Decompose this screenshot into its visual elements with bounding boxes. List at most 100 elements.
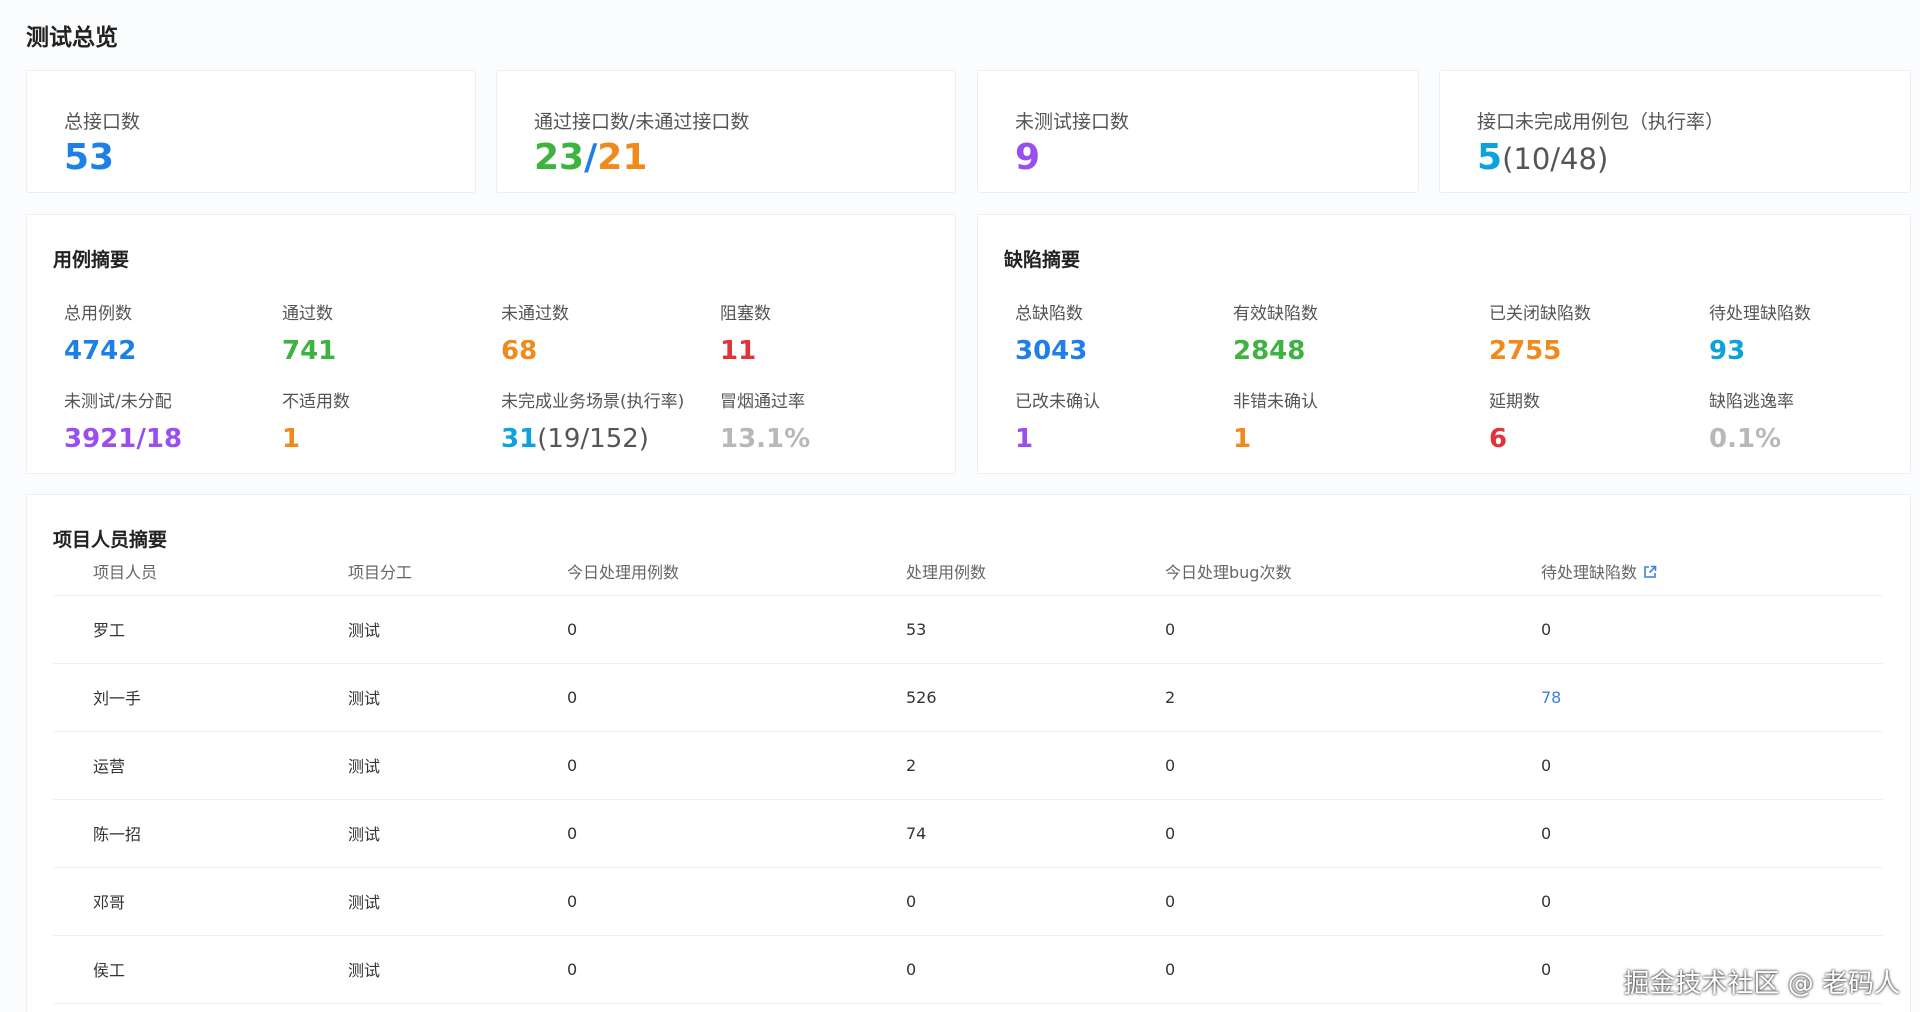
column-header-handled-cases: 处理用例数 [866, 547, 1125, 596]
not-applicable-metric: 不适用数 1 [282, 387, 350, 454]
closed-defects-metric: 已关闭缺陷数 2755 [1489, 299, 1591, 366]
handled-cases-cell: 0 [866, 935, 1125, 1004]
failed-cases-label: 未通过数 [501, 304, 569, 324]
today-bugs-cell: 2 [1125, 663, 1501, 732]
postponed-defects-metric: 延期数 6 [1489, 387, 1540, 454]
pass-fail-separator: / [584, 137, 598, 178]
table-row: 罗工 测试 0 53 0 0 [53, 595, 1883, 664]
member-role: 测试 [308, 799, 527, 868]
valid-defects-label: 有效缺陷数 [1233, 304, 1318, 324]
incomplete-scenarios-ratio: (19/152) [537, 424, 649, 454]
fixed-unconfirmed-label: 已改未确认 [1015, 392, 1100, 412]
blocked-cases-metric: 阻塞数 11 [720, 299, 771, 366]
incomplete-scenarios-metric: 未完成业务场景(执行率) 31(19/152) [501, 387, 684, 454]
smoke-pass-rate-metric: 冒烟通过率 13.1% [720, 387, 810, 454]
pass-fail-interfaces-value: 23/21 [534, 137, 647, 178]
page-title: 测试总览 [26, 25, 118, 51]
untested-interfaces-label: 未测试接口数 [1015, 111, 1130, 133]
today-bugs-cell: 0 [1125, 731, 1501, 800]
total-defects-metric: 总缺陷数 3043 [1015, 299, 1087, 366]
table-row: 陈一招 测试 0 74 0 0 [53, 799, 1883, 868]
member-name: 刘一手 [53, 663, 308, 732]
untested-interfaces-card: 未测试接口数 9 [977, 70, 1419, 193]
total-cases-metric: 总用例数 4742 [64, 299, 136, 366]
untested-cases-label: 未测试/未分配 [64, 392, 172, 412]
table-row: 运营 测试 0 2 0 0 [53, 731, 1883, 800]
today-cases-cell: 0 [527, 663, 866, 732]
not-applicable-value: 1 [282, 424, 301, 454]
incomplete-packages-ratio: (10/48) [1502, 142, 1609, 176]
member-role: 测试 [308, 935, 527, 1004]
postponed-defects-value: 6 [1489, 424, 1508, 454]
not-bug-unconfirmed-value: 1 [1233, 424, 1252, 454]
today-cases-cell: 0 [527, 799, 866, 868]
incomplete-packages-card: 接口未完成用例包（执行率） 5(10/48) [1439, 70, 1911, 193]
external-link-icon[interactable] [1643, 565, 1657, 579]
valid-defects-metric: 有效缺陷数 2848 [1233, 299, 1318, 366]
watermark: 掘金技术社区 @ 老码人 [1623, 969, 1900, 999]
total-cases-value: 4742 [64, 336, 137, 366]
total-interfaces-label: 总接口数 [64, 111, 141, 133]
member-role: 测试 [308, 663, 527, 732]
pending-defects-cell: 0 [1501, 867, 1883, 936]
incomplete-scenarios-count: 31 [501, 424, 538, 454]
incomplete-scenarios-value: 31(19/152) [501, 424, 684, 454]
member-name: 运营 [53, 731, 308, 800]
member-name: 陈一招 [53, 799, 308, 868]
handled-cases-cell: 526 [866, 663, 1125, 732]
case-summary-title: 用例摘要 [53, 249, 130, 271]
not-bug-unconfirmed-label: 非错未确认 [1233, 392, 1318, 412]
pending-defects-cell: 78 [1501, 663, 1883, 732]
column-header-member: 项目人员 [53, 547, 308, 596]
people-summary-card: 项目人员摘要 项目人员 项目分工 今日处理用例数 处理用例数 今日处理bug次数… [26, 494, 1911, 1012]
incomplete-packages-label: 接口未完成用例包（执行率） [1477, 111, 1725, 133]
valid-defects-value: 2848 [1233, 336, 1306, 366]
closed-defects-label: 已关闭缺陷数 [1489, 304, 1591, 324]
total-interfaces-card: 总接口数 53 [26, 70, 476, 193]
column-header-pending-defects-label: 待处理缺陷数 [1541, 562, 1638, 582]
total-defects-label: 总缺陷数 [1015, 304, 1083, 324]
total-defects-value: 3043 [1015, 336, 1088, 366]
smoke-pass-rate-label: 冒烟通过率 [720, 392, 805, 412]
people-table: 项目人员 项目分工 今日处理用例数 处理用例数 今日处理bug次数 待处理缺陷数… [53, 547, 1883, 1004]
fixed-unconfirmed-value: 1 [1015, 424, 1034, 454]
defect-summary-title: 缺陷摘要 [1004, 249, 1081, 271]
not-bug-unconfirmed-metric: 非错未确认 1 [1233, 387, 1318, 454]
incomplete-scenarios-label: 未完成业务场景(执行率) [501, 392, 685, 412]
table-row: 侯工 测试 0 0 0 0 [53, 935, 1883, 1004]
table-row: 邓哥 测试 0 0 0 0 [53, 867, 1883, 936]
untested-cases-metric: 未测试/未分配 3921/18 [64, 387, 182, 454]
people-table-header-row: 项目人员 项目分工 今日处理用例数 处理用例数 今日处理bug次数 待处理缺陷数 [53, 547, 1883, 596]
pass-fail-interfaces-card: 通过接口数/未通过接口数 23/21 [496, 70, 956, 193]
member-role: 测试 [308, 731, 527, 800]
pending-defects-cell: 0 [1501, 799, 1883, 868]
member-name: 侯工 [53, 935, 308, 1004]
handled-cases-cell: 2 [866, 731, 1125, 800]
handled-cases-cell: 0 [866, 867, 1125, 936]
handled-cases-cell: 74 [866, 799, 1125, 868]
defect-summary-card: 缺陷摘要 总缺陷数 3043 有效缺陷数 2848 已关闭缺陷数 2755 待处… [977, 214, 1911, 474]
passed-cases-label: 通过数 [282, 304, 333, 324]
failed-interfaces-value: 21 [597, 137, 648, 178]
pending-defects-cell: 0 [1501, 595, 1883, 664]
incomplete-packages-value: 5(10/48) [1477, 137, 1608, 178]
pending-defects-link[interactable]: 78 [1541, 688, 1561, 707]
column-header-today-bugs: 今日处理bug次数 [1125, 547, 1501, 596]
today-bugs-cell: 0 [1125, 595, 1501, 664]
member-role: 测试 [308, 595, 527, 664]
fixed-unconfirmed-metric: 已改未确认 1 [1015, 387, 1100, 454]
total-cases-label: 总用例数 [64, 304, 132, 324]
incomplete-packages-count: 5 [1477, 137, 1503, 178]
today-bugs-cell: 0 [1125, 867, 1501, 936]
passed-interfaces-value: 23 [534, 137, 585, 178]
blocked-cases-label: 阻塞数 [720, 304, 771, 324]
today-cases-cell: 0 [527, 935, 866, 1004]
total-interfaces-value: 53 [64, 137, 115, 178]
untested-interfaces-value: 9 [1015, 137, 1041, 178]
member-name: 邓哥 [53, 867, 308, 936]
blocked-cases-value: 11 [720, 336, 757, 366]
column-header-role: 项目分工 [308, 547, 527, 596]
escape-rate-value: 0.1% [1709, 424, 1782, 454]
column-header-today-cases: 今日处理用例数 [527, 547, 866, 596]
member-role: 测试 [308, 867, 527, 936]
